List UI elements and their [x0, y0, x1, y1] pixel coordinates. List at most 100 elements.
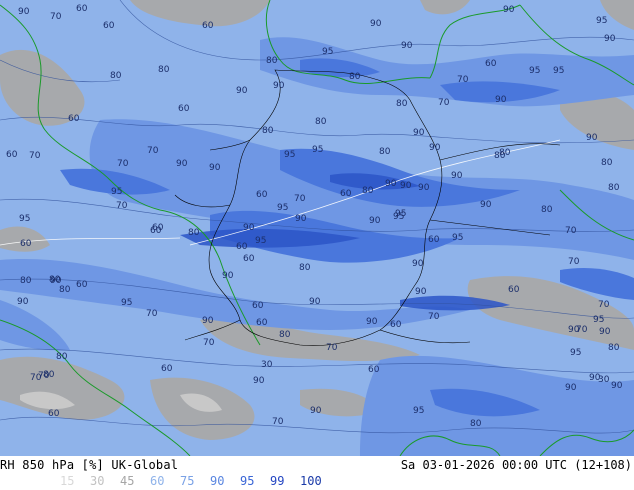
- contour-label: 90: [209, 163, 221, 173]
- contour-label: 90: [253, 376, 265, 386]
- legend-item-95: 95: [240, 474, 255, 488]
- contour-label: 95: [570, 348, 581, 358]
- contour-label: 80: [541, 205, 553, 215]
- contour-label: 90: [273, 81, 285, 91]
- contour-label: 90: [176, 159, 188, 169]
- contour-label: 90: [18, 7, 30, 17]
- footer-bar: RH 850 hPa [%] UK-Global Sa 03-01-2026 0…: [0, 456, 634, 490]
- contour-label: 60: [20, 239, 32, 249]
- contour-label: 90: [480, 200, 492, 210]
- contour-label: 90: [385, 179, 397, 189]
- contour-label: 60: [256, 190, 268, 200]
- contour-label: 60: [368, 365, 380, 375]
- contour-label: 90: [503, 5, 515, 15]
- contour-label: 70: [116, 201, 128, 211]
- contour-label: 80: [379, 147, 391, 157]
- contour-label: 90: [295, 214, 307, 224]
- contour-label: 80: [470, 419, 482, 429]
- contour-label: 90: [604, 34, 616, 44]
- contour-label: 95: [284, 150, 295, 160]
- contour-label: 70: [50, 12, 62, 22]
- contour-label: 70: [272, 417, 284, 427]
- contour-label: 60: [508, 285, 520, 295]
- contour-label: 60: [103, 21, 115, 31]
- contour-label: 80: [158, 65, 170, 75]
- contour-label: 90: [202, 316, 214, 326]
- contour-label: 95: [322, 47, 333, 57]
- contour-label: 90: [418, 183, 430, 193]
- contour-label: 90: [309, 297, 321, 307]
- map-canvas: 90 706060 60 909090958095907060808090807080…: [0, 0, 634, 456]
- contour-label: 70: [117, 159, 129, 169]
- contour-label: 70: [598, 300, 610, 310]
- contour-label: 90: [401, 41, 413, 51]
- contour-label: 70: [29, 151, 41, 161]
- contour-label: 90: [415, 287, 427, 297]
- contour-label: 80: [49, 275, 61, 285]
- contour-label: 60: [428, 235, 440, 245]
- contour-label: 95: [593, 315, 604, 325]
- contour-label: 60: [161, 364, 173, 374]
- contour-label: 60: [256, 318, 268, 328]
- contour-label: 60: [76, 280, 88, 290]
- contour-label: 95: [312, 145, 323, 155]
- contour-label: 95: [121, 298, 132, 308]
- contour-label: 95: [413, 406, 424, 416]
- contour-label: 90: [17, 297, 29, 307]
- contour-label: 90: [599, 327, 611, 337]
- contour-label: 90: [413, 128, 425, 138]
- contour-label: 70: [565, 226, 577, 236]
- contour-label: 80: [266, 56, 278, 66]
- legend-item-60: 60: [150, 474, 165, 488]
- contour-label: 90: [370, 19, 382, 29]
- contour-label: 90: [586, 133, 598, 143]
- contour-label: 60: [252, 301, 264, 311]
- contour-label: 30: [261, 360, 273, 370]
- contour-label: 70: [326, 343, 338, 353]
- contour-label: 70: [203, 338, 215, 348]
- contour-label: 80: [110, 71, 122, 81]
- legend-item-90: 90: [210, 474, 225, 488]
- contour-label: 80: [601, 158, 613, 168]
- contour-label: 80: [396, 99, 408, 109]
- contour-label: 80: [362, 186, 374, 196]
- contour-label: 80: [315, 117, 327, 127]
- contour-label: 80: [279, 330, 291, 340]
- contour-label: 90: [400, 181, 412, 191]
- contour-label: 80: [299, 263, 311, 273]
- contour-label: 95: [255, 236, 266, 246]
- contour-label: 80: [59, 285, 71, 295]
- contour-label: 95: [395, 209, 406, 219]
- contour-label: 60: [6, 150, 18, 160]
- contour-label: 60: [243, 254, 255, 264]
- contour-label: 60: [152, 223, 164, 233]
- contour-label: 90: [565, 383, 577, 393]
- contour-label: 95: [553, 66, 564, 76]
- contour-label: 90: [236, 86, 248, 96]
- contour-label: 95: [111, 187, 122, 197]
- valid-time: Sa 03-01-2026 00:00 UTC (12+108): [400, 458, 632, 472]
- contour-label: 80: [262, 126, 274, 136]
- legend-item-75: 75: [180, 474, 195, 488]
- contour-label: 90: [568, 325, 580, 335]
- contour-label: 80: [43, 370, 55, 380]
- contour-label: 60: [202, 21, 214, 31]
- contour-label: 90: [310, 406, 322, 416]
- contour-label: 70: [428, 312, 440, 322]
- contour-label: 70: [568, 257, 580, 267]
- contour-label: 90: [412, 259, 424, 269]
- contour-label: 95: [452, 233, 463, 243]
- contour-label: 95: [19, 214, 30, 224]
- contour-label: 70: [457, 75, 469, 85]
- contour-label: 80: [20, 276, 32, 286]
- contour-label: 70: [294, 194, 306, 204]
- contour-label: 80: [608, 183, 620, 193]
- rh-map: 90 70 60 60 60 90 90 90 95 80 95 90 70 60 80 80 90 80 70 80…: [0, 0, 634, 456]
- contour-label: 60: [48, 409, 60, 419]
- color-legend: 15 30 45 60 75 90 95 99 100: [60, 474, 334, 488]
- contour-label: 90: [451, 171, 463, 181]
- contour-label: 80: [56, 352, 68, 362]
- contour-label: 90: [243, 223, 255, 233]
- contour-label: 80: [349, 72, 361, 82]
- contour-label: 80: [499, 148, 511, 158]
